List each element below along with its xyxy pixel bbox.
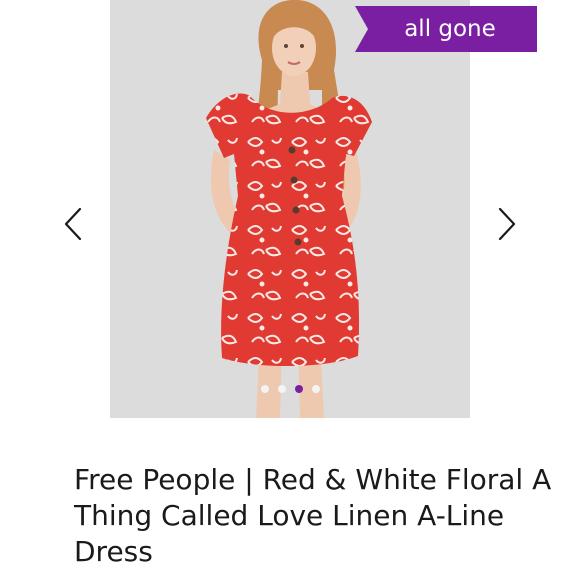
carousel-dot[interactable] xyxy=(260,385,269,393)
chevron-left-icon xyxy=(64,207,82,241)
carousel-next-button[interactable] xyxy=(492,204,522,244)
product-photo[interactable] xyxy=(110,0,470,418)
chevron-right-icon xyxy=(498,207,516,241)
product-title: Free People | Red & White Floral A Thing… xyxy=(74,463,552,568)
carousel-dot[interactable] xyxy=(294,385,303,393)
carousel-pagination xyxy=(110,385,470,393)
carousel-dot[interactable] xyxy=(311,385,320,393)
carousel-dot[interactable] xyxy=(277,385,286,393)
status-badge: all gone xyxy=(355,6,537,52)
model-in-dress-image xyxy=(206,0,372,418)
carousel-prev-button[interactable] xyxy=(58,204,88,244)
